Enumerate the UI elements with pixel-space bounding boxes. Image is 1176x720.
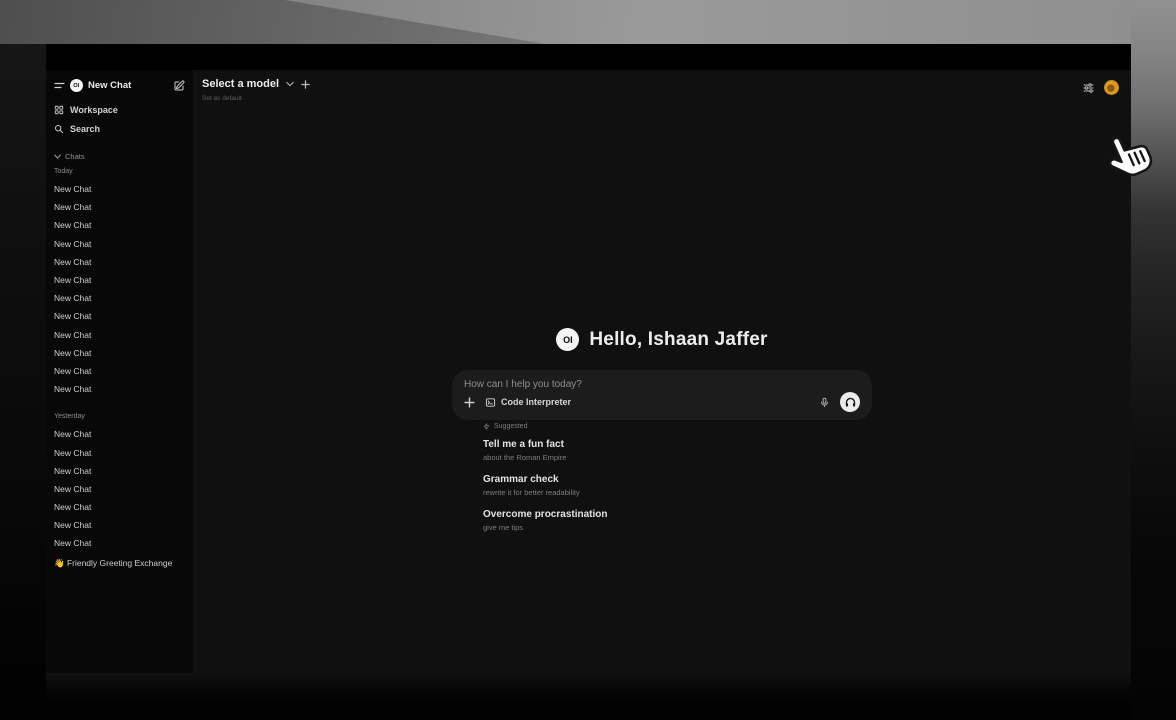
- app-logo: OI: [556, 328, 579, 351]
- prompt-input-box[interactable]: How can I help you today? Code Interpret…: [452, 370, 872, 420]
- chat-list-item[interactable]: New Chat: [54, 235, 185, 253]
- chat-list-item[interactable]: New Chat: [54, 425, 185, 443]
- suggested-header: Suggested: [483, 422, 883, 431]
- model-selector-label: Select a model: [202, 78, 279, 90]
- chat-list-item[interactable]: New Chat: [54, 198, 185, 216]
- chat-list-item[interactable]: New Chat: [54, 462, 185, 480]
- app-logo: OI: [70, 79, 83, 92]
- chat-list-yesterday: New ChatNew ChatNew ChatNew ChatNew Chat…: [54, 425, 185, 552]
- suggested-section: Suggested Tell me a fun fact about the R…: [483, 422, 883, 544]
- sidebar-nav: Workspace Search: [54, 100, 185, 138]
- microphone-icon[interactable]: [819, 396, 830, 409]
- attach-plus-icon[interactable]: [464, 397, 475, 408]
- model-header: Select a model Set as default: [202, 78, 310, 102]
- search-icon: [54, 124, 64, 134]
- suggested-prompt-title: Tell me a fun fact: [483, 439, 883, 450]
- voice-call-button[interactable]: [840, 392, 860, 412]
- bolt-icon: [483, 422, 490, 431]
- top-right-controls: [1082, 80, 1119, 95]
- prompt-toolbar: Code Interpreter: [464, 392, 860, 412]
- workspace-label: Workspace: [70, 105, 118, 115]
- suggested-list: Tell me a fun fact about the Roman Empir…: [483, 439, 883, 532]
- chats-section-toggle[interactable]: Chats: [54, 151, 185, 162]
- chat-list-item[interactable]: New Chat: [54, 216, 185, 234]
- chat-list-item[interactable]: New Chat: [54, 326, 185, 344]
- suggested-prompt[interactable]: Overcome procrastination give me tips: [483, 509, 883, 532]
- code-interpreter-label: Code Interpreter: [501, 397, 571, 407]
- prompt-placeholder: How can I help you today?: [464, 379, 860, 390]
- chat-list-item-named[interactable]: 👋 Friendly Greeting Exchange: [54, 555, 185, 573]
- chevron-down-icon: [286, 81, 294, 87]
- chat-list-item[interactable]: New Chat: [54, 516, 185, 534]
- chat-list-item[interactable]: New Chat: [54, 480, 185, 498]
- wallpaper-left-band: [0, 44, 46, 720]
- suggested-prompt-subtitle: about the Roman Empire: [483, 453, 883, 462]
- greeting-text: Hello, Ishaan Jaffer: [589, 329, 767, 351]
- user-avatar[interactable]: [1104, 80, 1119, 95]
- chevron-down-icon: [54, 154, 61, 159]
- sidebar-item-search[interactable]: Search: [54, 119, 185, 138]
- chat-list-item[interactable]: New Chat: [54, 253, 185, 271]
- chat-list-item[interactable]: New Chat: [54, 271, 185, 289]
- chat-list-item[interactable]: New Chat: [54, 289, 185, 307]
- sidebar-toggle-icon[interactable]: [54, 81, 65, 90]
- suggested-prompt[interactable]: Grammar check rewrite it for better read…: [483, 474, 883, 497]
- sidebar-title: New Chat: [88, 80, 168, 91]
- chat-list-item[interactable]: New Chat: [54, 534, 185, 552]
- workspace-grid-icon: [54, 105, 64, 115]
- code-interpreter-toggle[interactable]: Code Interpreter: [485, 397, 571, 408]
- chat-list-item[interactable]: New Chat: [54, 362, 185, 380]
- chats-section-label: Chats: [65, 152, 85, 161]
- set-default-link[interactable]: Set as default: [202, 95, 310, 102]
- chat-list-item[interactable]: New Chat: [54, 180, 185, 198]
- chat-list-item[interactable]: New Chat: [54, 307, 185, 325]
- wallpaper-bottom-band: [46, 673, 1131, 720]
- suggested-label: Suggested: [494, 423, 527, 430]
- controls-sliders-icon[interactable]: [1082, 82, 1095, 94]
- sidebar: OI New Chat Workspace Search: [46, 70, 193, 673]
- chat-group-label-yesterday: Yesterday: [54, 413, 185, 422]
- model-selector[interactable]: Select a model: [202, 78, 310, 90]
- chat-list-today: New ChatNew ChatNew ChatNew ChatNew Chat…: [54, 180, 185, 398]
- chat-list-item[interactable]: New Chat: [54, 380, 185, 398]
- chat-list-item[interactable]: New Chat: [54, 498, 185, 516]
- sidebar-header: OI New Chat: [54, 77, 185, 94]
- suggested-prompt-title: Grammar check: [483, 474, 883, 485]
- chat-list-item[interactable]: New Chat: [54, 443, 185, 461]
- chat-list-item[interactable]: New Chat: [54, 344, 185, 362]
- add-model-icon[interactable]: [301, 80, 310, 89]
- wallpaper-right-band: [1131, 0, 1176, 720]
- new-chat-icon[interactable]: [173, 80, 185, 92]
- sidebar-item-workspace[interactable]: Workspace: [54, 100, 185, 119]
- search-label: Search: [70, 124, 100, 134]
- app-window: OI New Chat Workspace Search: [46, 44, 1131, 673]
- suggested-prompt-title: Overcome procrastination: [483, 509, 883, 520]
- greeting-row: OI Hello, Ishaan Jaffer: [193, 328, 1131, 351]
- window-title-bar: [46, 44, 1131, 70]
- suggested-prompt-subtitle: give me tips: [483, 523, 883, 532]
- suggested-prompt-subtitle: rewrite it for better readability: [483, 488, 883, 497]
- terminal-icon: [485, 397, 496, 408]
- main-area: Select a model Set as default: [193, 70, 1131, 673]
- suggested-prompt[interactable]: Tell me a fun fact about the Roman Empir…: [483, 439, 883, 462]
- chat-group-label-today: Today: [54, 168, 185, 177]
